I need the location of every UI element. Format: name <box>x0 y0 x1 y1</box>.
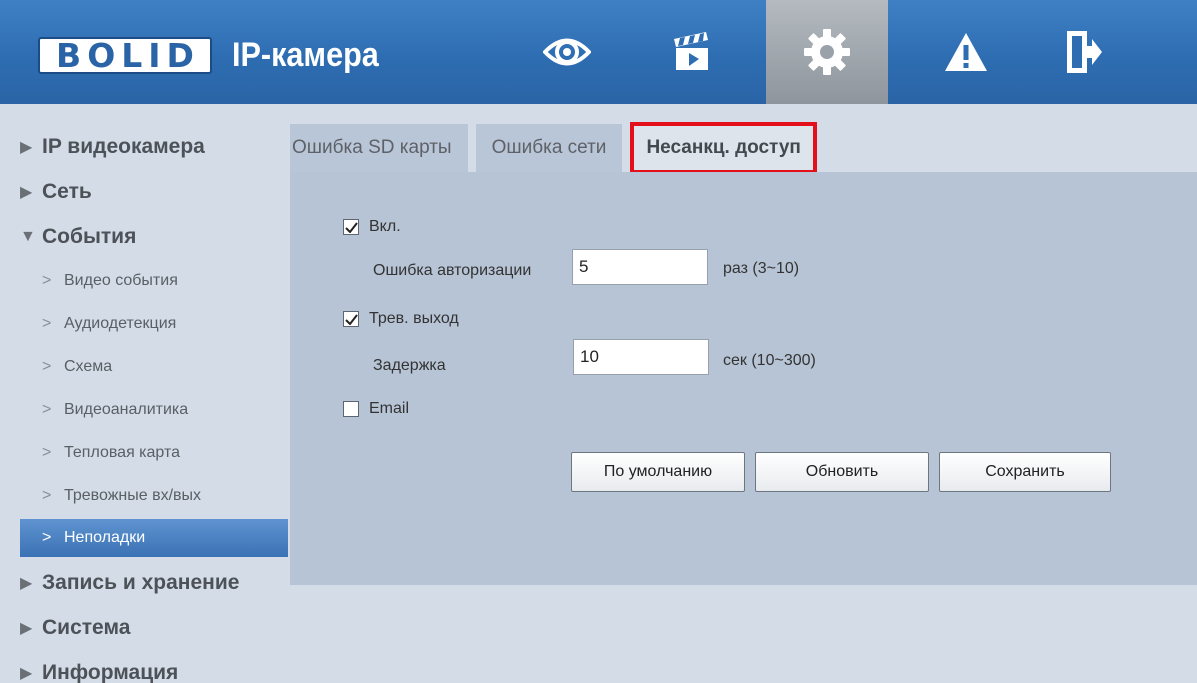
chevron-right-icon: > <box>42 400 52 418</box>
alarm-out-row: Трев. выход <box>343 310 459 328</box>
delay-unit: сек (10~300) <box>723 352 816 369</box>
warning-icon <box>945 33 987 71</box>
sidebar-item-label: Аудиодетекция <box>64 314 177 332</box>
expand-arrow-icon: ▶ <box>20 664 33 682</box>
expand-arrow-icon: ▶ <box>20 619 33 637</box>
chevron-right-icon: > <box>42 529 52 546</box>
enable-label: Вкл. <box>369 218 401 235</box>
chevron-right-icon: > <box>42 314 52 332</box>
auth-error-label: Ошибка авторизации <box>373 262 532 279</box>
sidebar-item-label: Информация <box>42 660 179 683</box>
email-label: Email <box>369 400 410 417</box>
tab-sd-card-error[interactable]: Ошибка SD карты <box>290 124 468 172</box>
checkmark-icon <box>344 221 358 233</box>
sidebar-item-label: Видео события <box>64 271 178 289</box>
nav-playback-button[interactable] <box>638 0 746 104</box>
auth-error-input[interactable] <box>572 249 708 285</box>
sidebar-item-label: Тревожные вх/вых <box>64 486 202 504</box>
sidebar-item-label: Запись и хранение <box>42 570 240 594</box>
settings-panel: Вкл. Ошибка авторизации раз (3~10) Трев.… <box>290 172 1197 585</box>
chevron-right-icon: > <box>42 443 52 461</box>
email-checkbox[interactable] <box>343 401 359 417</box>
delay-input[interactable] <box>573 339 709 375</box>
clapperboard-icon <box>674 32 708 70</box>
alarm-out-label: Трев. выход <box>369 310 459 327</box>
sidebar-item-video-analytics[interactable]: > Видеоаналитика <box>20 388 288 431</box>
sidebar-item-label: Схема <box>64 357 113 375</box>
collapse-arrow-icon: ▼ <box>20 227 36 245</box>
sidebar-item-label: Неполадки <box>64 529 146 546</box>
default-button[interactable]: По умолчанию <box>571 452 745 492</box>
chevron-right-icon: > <box>42 486 52 504</box>
exit-icon <box>1067 31 1102 73</box>
enable-checkbox[interactable] <box>343 219 359 235</box>
sidebar-item-label: Сеть <box>42 179 92 203</box>
nav-live-button[interactable] <box>513 0 621 104</box>
app-title: IP-камера <box>232 36 379 74</box>
gear-icon <box>804 29 850 75</box>
checkmark-icon <box>344 313 358 325</box>
sidebar-item-alarm-io[interactable]: > Тревожные вх/вых <box>20 474 288 517</box>
sidebar-item-video-events[interactable]: > Видео события <box>20 259 288 302</box>
sidebar-item-recording-storage[interactable]: ▶ Запись и хранение <box>20 560 288 605</box>
auth-error-unit: раз (3~10) <box>723 260 800 277</box>
nav-alarm-button[interactable] <box>912 0 1020 104</box>
sidebar-item-events[interactable]: ▼ События <box>20 214 288 259</box>
chevron-right-icon: > <box>42 271 52 289</box>
top-header: BOLID IP-камера <box>0 0 1197 104</box>
tab-unauthorized-access[interactable]: Несанкц. доступ <box>630 122 817 174</box>
sidebar-item-scheme[interactable]: > Схема <box>20 345 288 388</box>
sidebar-item-label: Система <box>42 615 131 639</box>
enable-row: Вкл. <box>343 218 401 236</box>
sidebar-item-malfunctions[interactable]: > Неполадки <box>20 519 288 557</box>
refresh-button[interactable]: Обновить <box>755 452 929 492</box>
brand-logo: BOLID <box>38 37 212 74</box>
sidebar-item-heatmap[interactable]: > Тепловая карта <box>20 431 288 474</box>
tab-network-error[interactable]: Ошибка сети <box>475 124 623 172</box>
sidebar-item-label: IP видеокамера <box>42 134 205 158</box>
sidebar-item-system[interactable]: ▶ Система <box>20 605 288 650</box>
sidebar-item-label: События <box>42 224 137 248</box>
sidebar-item-audio-detection[interactable]: > Аудиодетекция <box>20 302 288 345</box>
sidebar-item-network[interactable]: ▶ Сеть <box>20 169 288 214</box>
expand-arrow-icon: ▶ <box>20 574 33 592</box>
expand-arrow-icon: ▶ <box>20 183 33 201</box>
alarm-out-checkbox[interactable] <box>343 311 359 327</box>
sidebar-item-label: Видеоаналитика <box>64 400 189 418</box>
sidebar-item-label: Тепловая карта <box>64 443 181 461</box>
logo-text: BOLID <box>56 36 200 75</box>
save-button[interactable]: Сохранить <box>939 452 1111 492</box>
tab-bar: Ошибка SD карты Ошибка сети Несанкц. дос… <box>290 122 825 174</box>
nav-logout-button[interactable] <box>1030 0 1138 104</box>
email-row: Email <box>343 400 409 418</box>
sidebar-nav: ▶ IP видеокамера ▶ Сеть ▼ События > Виде… <box>20 124 288 683</box>
expand-arrow-icon: ▶ <box>20 138 33 156</box>
chevron-right-icon: > <box>42 357 52 375</box>
sidebar-item-ip-camera[interactable]: ▶ IP видеокамера <box>20 124 288 169</box>
eye-icon <box>543 38 591 66</box>
delay-label: Задержка <box>373 357 446 374</box>
sidebar-item-information[interactable]: ▶ Информация <box>20 650 288 683</box>
nav-settings-button[interactable] <box>766 0 888 104</box>
